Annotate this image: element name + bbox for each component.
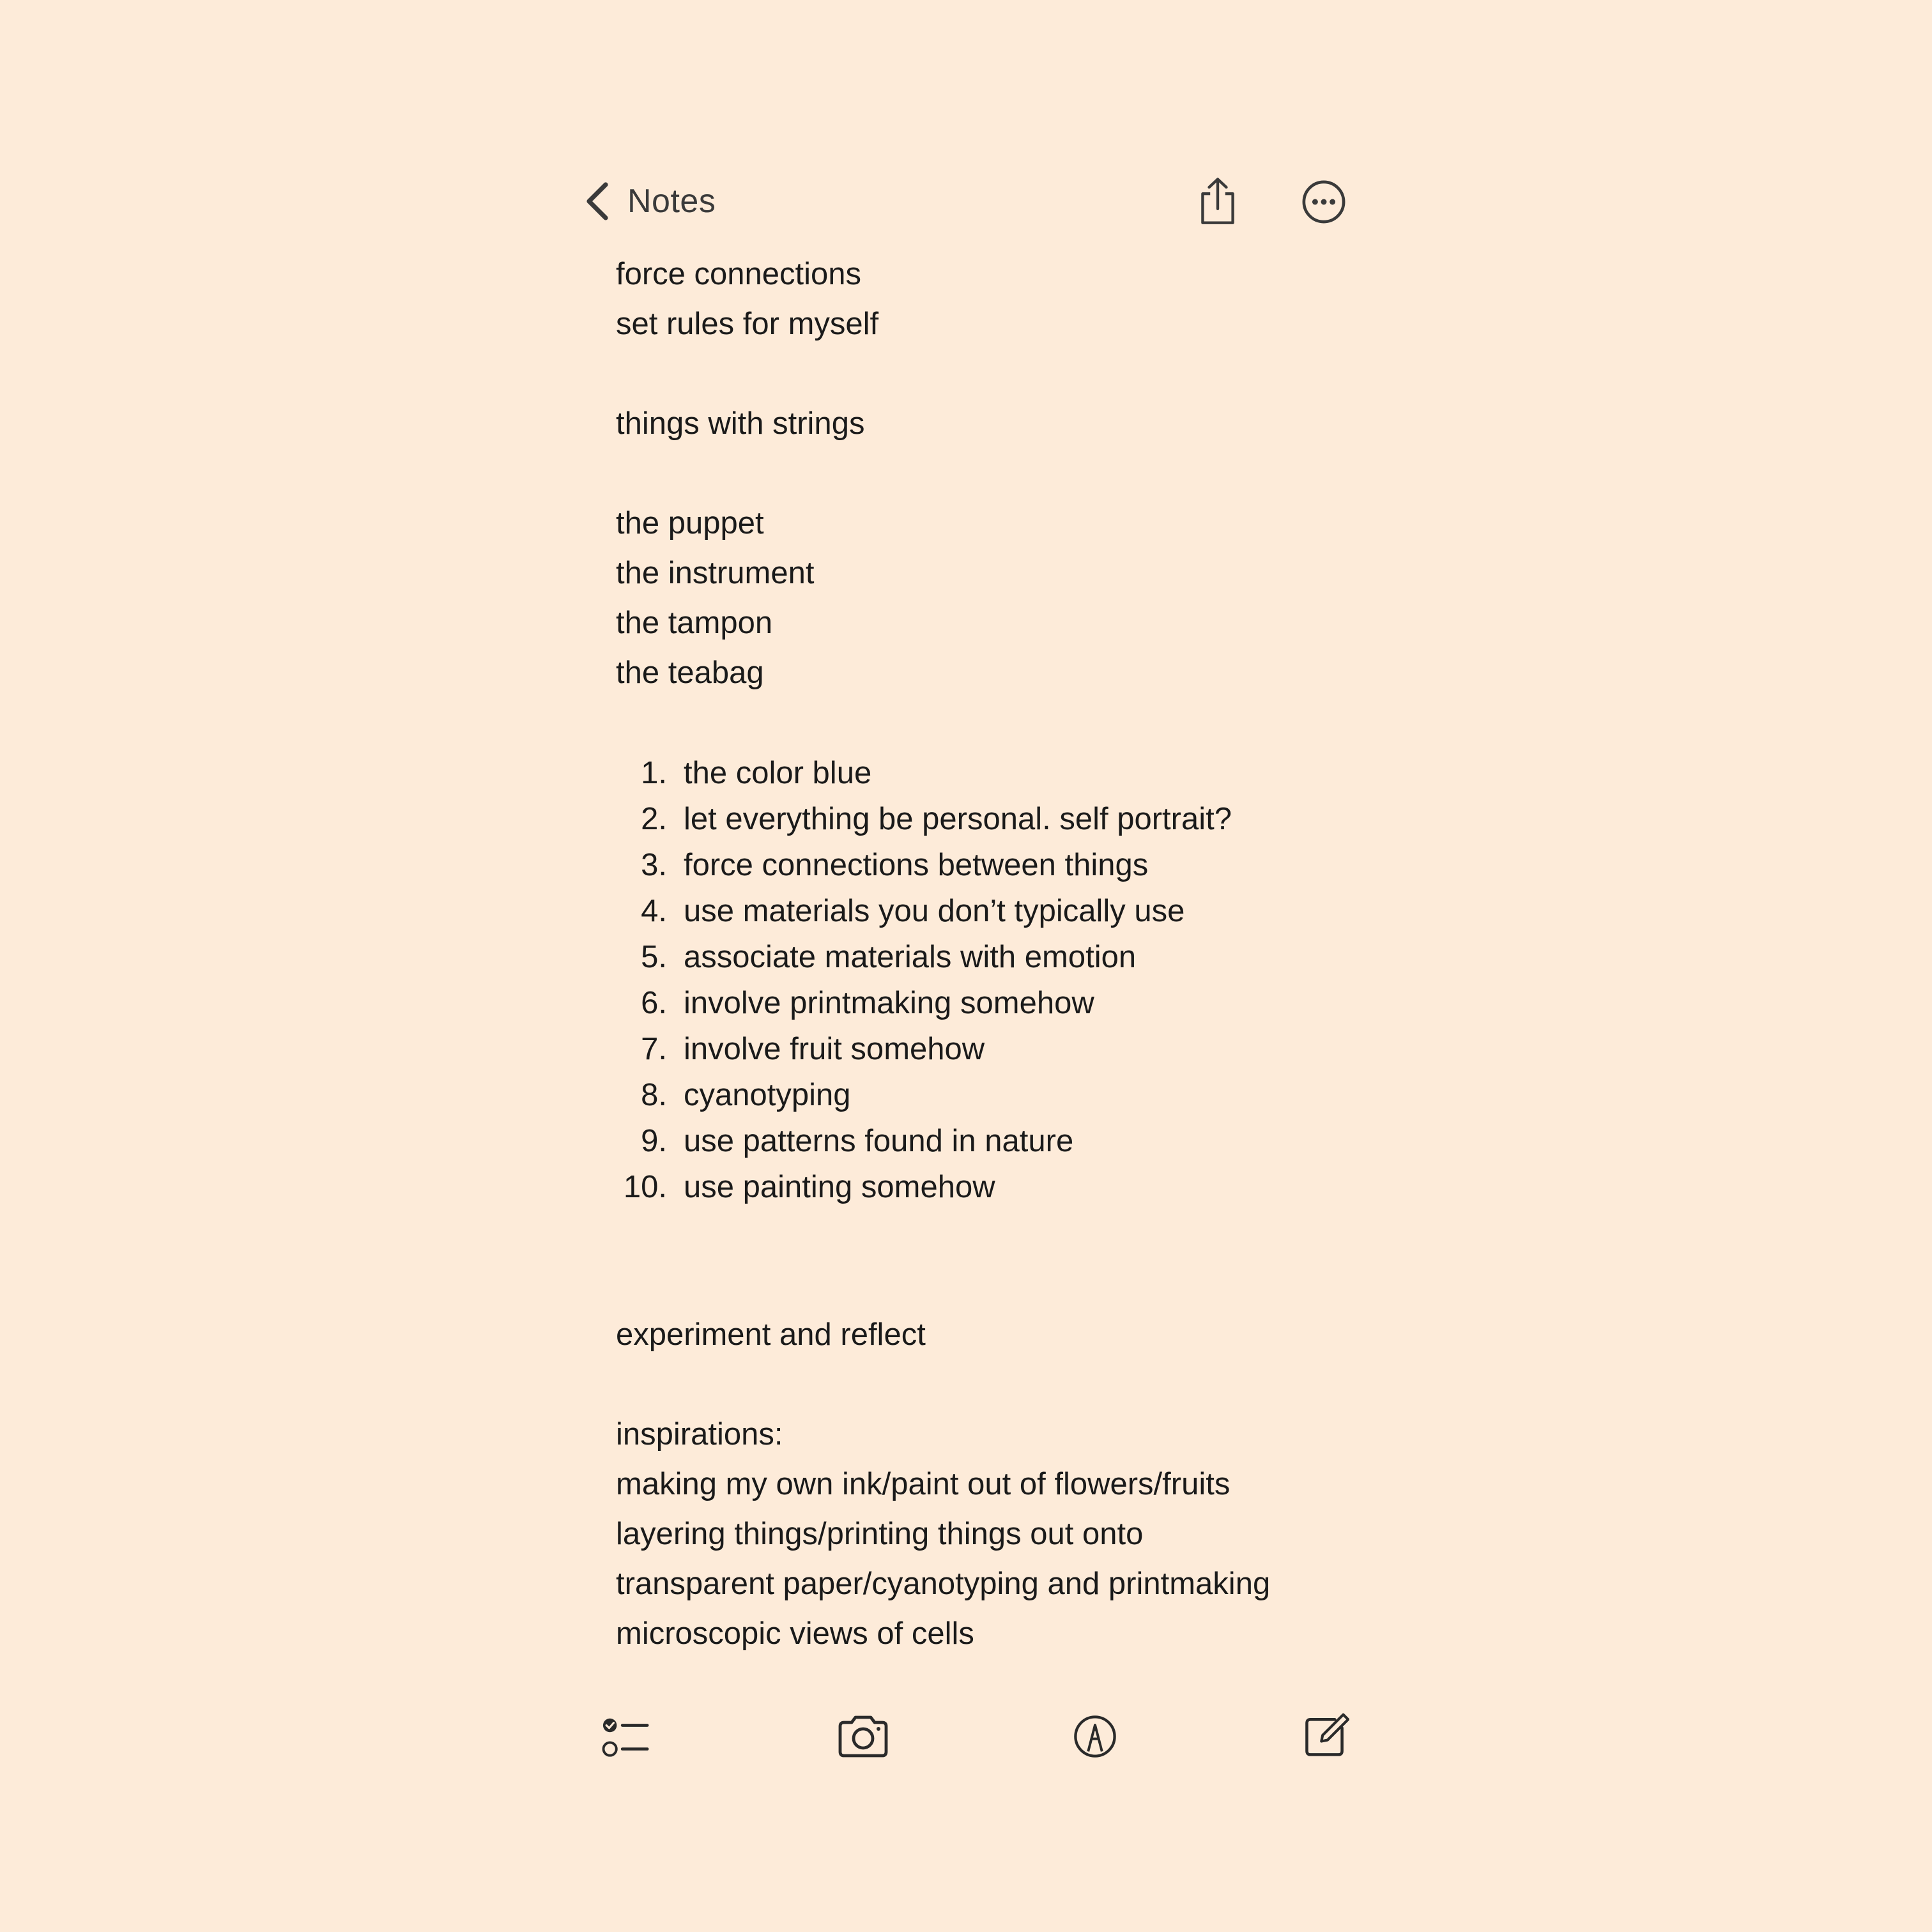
list-item-text: use materials you don’t typically use xyxy=(684,894,1185,928)
list-number: 1. xyxy=(641,756,667,790)
list-item-text: involve fruit somehow xyxy=(684,1032,985,1066)
note-line: making my own ink/paint out of flowers/f… xyxy=(616,1467,1230,1501)
note-line: set rules for myself xyxy=(616,307,879,341)
list-item-text: cyanotyping xyxy=(684,1078,851,1112)
list-item-text: associate materials with emotion xyxy=(684,940,1137,974)
share-button[interactable] xyxy=(1193,172,1242,230)
note-line: transparent paper/cyanotyping and printm… xyxy=(616,1567,1271,1601)
list-item: 9. use patterns found in nature xyxy=(616,1118,1370,1164)
list-number: 8. xyxy=(641,1078,667,1112)
list-number: 2. xyxy=(641,802,667,836)
list-number: 9. xyxy=(641,1124,667,1158)
list-item: 10. use painting somehow xyxy=(616,1164,1370,1210)
note-line: the teabag xyxy=(616,656,764,690)
list-item: 1. the color blue xyxy=(616,750,1370,796)
markup-pen-icon xyxy=(1074,1715,1116,1758)
list-item-text: use painting somehow xyxy=(684,1170,995,1204)
note-line: inspirations: xyxy=(616,1417,783,1452)
list-number: 6. xyxy=(641,986,667,1020)
list-item-text: the color blue xyxy=(684,756,872,790)
note-line: layering things/printing things out onto xyxy=(616,1517,1144,1551)
share-icon xyxy=(1201,178,1234,224)
markup-button[interactable] xyxy=(1071,1711,1119,1762)
list-item: 2. let everything be personal. self portr… xyxy=(616,796,1370,842)
note-content[interactable]: force connections set rules for myself t… xyxy=(616,249,1370,1659)
note-line: the instrument xyxy=(616,556,815,590)
checklist-button[interactable] xyxy=(601,1712,652,1763)
navigation-bar: Notes xyxy=(0,0,1932,268)
back-to-notes-button[interactable]: Notes xyxy=(583,172,716,230)
note-line: force connections xyxy=(616,257,862,291)
list-item: 6. involve printmaking somehow xyxy=(616,980,1370,1026)
list-number: 10. xyxy=(623,1170,667,1204)
list-number: 7. xyxy=(641,1032,667,1066)
list-item-text: force connections between things xyxy=(684,848,1149,882)
list-item-text: involve printmaking somehow xyxy=(684,986,1094,1020)
note-line: things with strings xyxy=(616,406,865,441)
compose-icon xyxy=(1305,1713,1349,1756)
note-line: experiment and reflect xyxy=(616,1317,926,1352)
list-item: 3. force connections between things xyxy=(616,842,1370,888)
camera-icon xyxy=(838,1715,888,1758)
camera-button[interactable] xyxy=(836,1711,891,1762)
list-item: 5. associate materials with emotion xyxy=(616,934,1370,980)
list-number: 4. xyxy=(641,894,667,928)
checklist-icon xyxy=(602,1718,649,1757)
list-item-text: let everything be personal. self portrai… xyxy=(684,802,1232,836)
list-number: 3. xyxy=(641,848,667,882)
list-item: 4. use materials you don’t typically use xyxy=(616,888,1370,934)
list-item-text: use patterns found in nature xyxy=(684,1124,1074,1158)
compose-button[interactable] xyxy=(1300,1708,1351,1762)
list-item: 8. cyanotyping xyxy=(616,1072,1370,1118)
numbered-list: 1. the color blue 2. let everything be per… xyxy=(616,750,1370,1210)
back-label: Notes xyxy=(627,183,716,220)
list-item: 7. involve fruit somehow xyxy=(616,1026,1370,1072)
chevron-left-icon xyxy=(586,182,608,220)
ellipsis-circle-icon xyxy=(1302,180,1346,224)
bottom-toolbar xyxy=(0,1687,1932,1782)
list-number: 5. xyxy=(641,940,667,974)
more-options-button[interactable] xyxy=(1301,179,1347,225)
note-line: the puppet xyxy=(616,506,764,540)
note-line: microscopic views of cells xyxy=(616,1616,974,1651)
note-line: the tampon xyxy=(616,606,773,640)
